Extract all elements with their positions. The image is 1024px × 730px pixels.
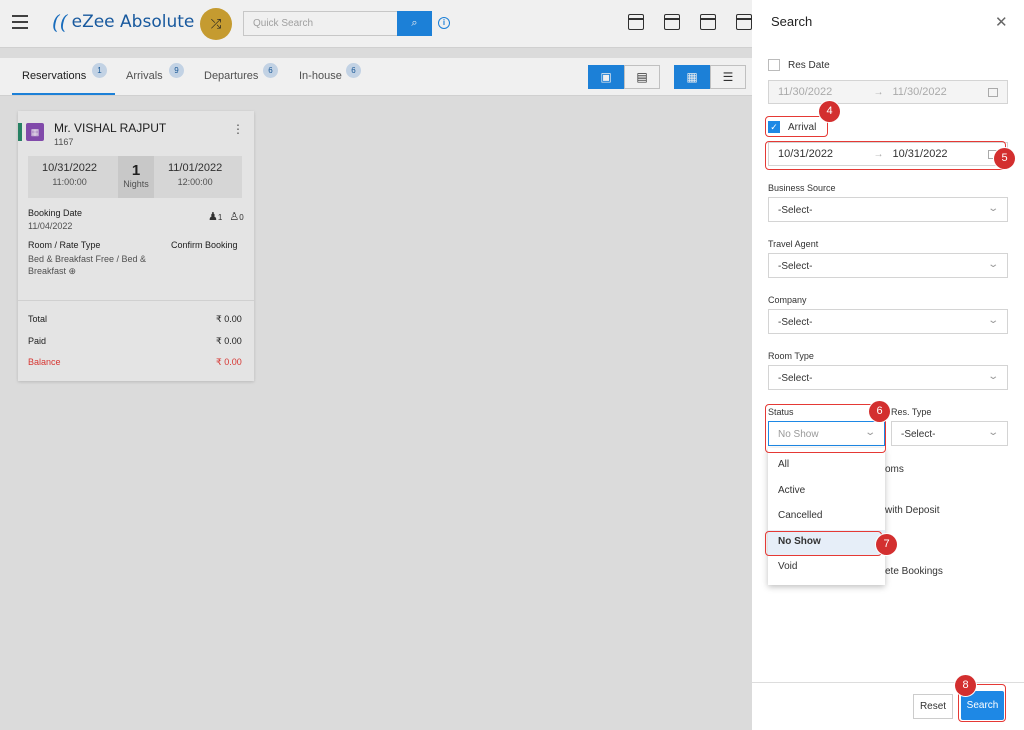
res-type-select[interactable]: -Select- ⌄ — [891, 421, 1008, 446]
highlight-box — [765, 141, 1006, 170]
step-badge: 4 — [819, 101, 840, 122]
res-date-to: 11/30/2022 — [892, 86, 947, 98]
status-option-active[interactable]: Active — [768, 479, 885, 504]
res-date-from: 11/30/2022 — [778, 86, 833, 98]
select-value: -Select- — [778, 373, 813, 384]
select-value: -Select- — [778, 205, 813, 216]
highlight-box — [765, 404, 886, 453]
travel-agent-label: Travel Agent — [768, 239, 819, 249]
res-date-checkbox-row[interactable]: Res Date — [768, 59, 830, 71]
footer-divider — [752, 682, 1024, 683]
select-value: -Select- — [778, 261, 813, 272]
rooms-option-label: oms — [885, 464, 904, 475]
bookings-option-label: ete Bookings — [885, 566, 943, 577]
status-option-void[interactable]: Void — [768, 555, 885, 580]
chevron-down-icon: ⌄ — [986, 315, 999, 326]
panel-title: Search — [771, 14, 813, 29]
travel-agent-select[interactable]: -Select- ⌄ — [768, 253, 1008, 278]
step-badge: 7 — [876, 534, 897, 555]
status-option-all[interactable]: All — [768, 453, 885, 478]
res-date-checkbox[interactable] — [768, 59, 780, 71]
company-select[interactable]: -Select- ⌄ — [768, 309, 1008, 334]
calendar-icon — [988, 87, 998, 97]
business-source-label: Business Source — [768, 183, 836, 193]
status-dropdown: All Active Cancelled No Show Void — [768, 448, 885, 585]
room-type-label: Room Type — [768, 351, 814, 361]
highlight-box — [765, 116, 828, 137]
chevron-down-icon: ⌄ — [986, 203, 999, 214]
select-value: -Select- — [901, 429, 936, 440]
step-badge: 8 — [955, 675, 976, 696]
res-date-range: 11/30/2022 → 11/30/2022 — [768, 80, 1008, 104]
search-panel: Search ✕ Res Date 11/30/2022 → 11/30/202… — [752, 0, 1024, 730]
close-icon[interactable]: ✕ — [995, 13, 1008, 31]
business-source-select[interactable]: -Select- ⌄ — [768, 197, 1008, 222]
select-value: -Select- — [778, 317, 813, 328]
step-badge: 5 — [994, 148, 1015, 169]
backdrop-overlay[interactable] — [0, 0, 752, 730]
company-label: Company — [768, 295, 807, 305]
deposit-option-label: with Deposit — [885, 505, 940, 516]
step-badge: 6 — [869, 401, 890, 422]
highlight-box — [765, 531, 882, 556]
status-option-cancelled[interactable]: Cancelled — [768, 504, 885, 529]
res-date-label: Res Date — [788, 59, 830, 71]
room-type-select[interactable]: -Select- ⌄ — [768, 365, 1008, 390]
reset-button[interactable]: Reset — [913, 694, 953, 719]
chevron-down-icon: ⌄ — [986, 427, 999, 438]
chevron-down-icon: ⌄ — [986, 371, 999, 382]
res-type-label: Res. Type — [891, 407, 932, 417]
arrow-right-icon: → — [873, 86, 884, 98]
chevron-down-icon: ⌄ — [986, 259, 999, 270]
